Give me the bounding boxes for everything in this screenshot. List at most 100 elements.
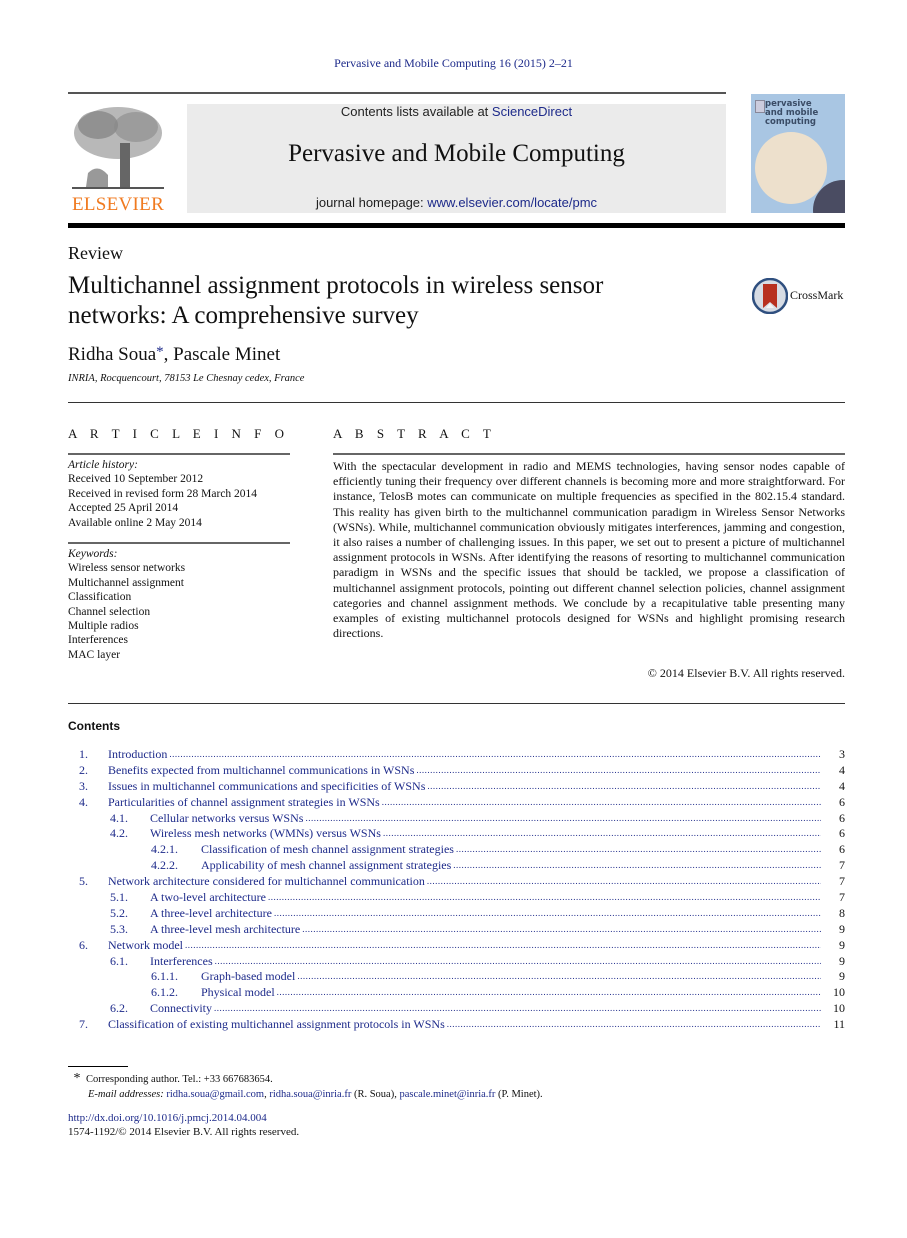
toc-entry-link[interactable]: Particularities of channel assignment st…	[108, 794, 821, 810]
toc-entry-title[interactable]: Network model	[108, 937, 185, 953]
keyword: Interferences	[68, 634, 129, 647]
toc-entry-title[interactable]: Benefits expected from multichannel comm…	[108, 762, 417, 778]
toc-entry[interactable]: 4.2.2. Applicability of mesh channel assi…	[68, 858, 845, 874]
toc-entry-link[interactable]: A three-level architecture..............…	[150, 905, 821, 921]
toc-entry-link[interactable]: Issues in multichannel communications an…	[108, 778, 821, 794]
toc-entry-link[interactable]: Cellular networks versus WSNs...........…	[150, 810, 821, 826]
author-name[interactable]: Ridha Soua	[68, 344, 156, 365]
toc-entry-title[interactable]: Introduction	[108, 747, 170, 762]
toc-entry-number: 5.2.	[110, 905, 128, 920]
toc-entry-link[interactable]: A two-level architecture................…	[150, 890, 821, 906]
toc-leader-dots: ........................................…	[267, 892, 821, 903]
toc-entry-title[interactable]: Network architecture considered for mult…	[108, 874, 427, 890]
toc-entry-link[interactable]: A three-level mesh architecture.........…	[150, 921, 821, 937]
toc-entry[interactable]: 5.1. A two-level architecture............…	[68, 890, 845, 906]
journal-cover[interactable]: pervasive and mobile computing	[751, 94, 845, 213]
toc-entry-title[interactable]: Connectivity	[150, 1001, 214, 1017]
toc-entry[interactable]: 6.2. Connectivity........................…	[68, 1001, 845, 1017]
author-separator: ,	[163, 344, 174, 365]
toc-entry-link[interactable]: Benefits expected from multichannel comm…	[108, 762, 821, 778]
toc-entry-title[interactable]: A two-level architecture	[150, 890, 268, 906]
toc-entry-link[interactable]: Interferences...........................…	[150, 953, 821, 969]
affiliation: INRIA, Rocquencourt, 78153 Le Chesnay ce…	[68, 373, 305, 384]
toc-entry-title[interactable]: Cellular networks versus WSNs	[150, 810, 306, 826]
homepage-link[interactable]: www.elsevier.com/locate/pmc	[427, 195, 597, 210]
toc-entry-link[interactable]: Physical model..........................…	[201, 985, 821, 1001]
homepage-label: journal homepage:	[315, 195, 428, 210]
toc-entry-link[interactable]: Connectivity............................…	[150, 1001, 821, 1017]
toc-entry[interactable]: 6.1.1. Graph-based model.................…	[68, 969, 845, 985]
contents-available: Contents lists available at ScienceDirec…	[187, 104, 726, 119]
doi-block: http://dx.doi.org/10.1016/j.pmcj.2014.04…	[68, 1111, 299, 1139]
history-item: Received in revised form 28 March 2014	[68, 487, 258, 500]
toc-entry-page: 6	[839, 842, 845, 857]
toc-entry[interactable]: 6. Network model.........................…	[68, 937, 845, 954]
contents-divider	[68, 703, 845, 704]
corresponding-author-mark[interactable]: *	[156, 344, 164, 360]
toc-entry[interactable]: 3. Issues in multichannel communications …	[68, 778, 845, 795]
toc-entry-title[interactable]: Wireless mesh networks (WMNs) versus WSN…	[150, 826, 383, 842]
footnote-mark: *	[73, 1071, 81, 1086]
author-name[interactable]: Pascale Minet	[173, 344, 280, 365]
toc-entry-link[interactable]: Introduction............................…	[108, 747, 821, 762]
toc-entry-link[interactable]: Applicability of mesh channel assignment…	[201, 858, 821, 874]
toc-entry[interactable]: 4. Particularities of channel assignment …	[68, 794, 845, 811]
toc-leader-dots: ........................................…	[184, 939, 821, 950]
toc-entry-page: 9	[839, 953, 845, 968]
toc-entry-number: 1.	[79, 747, 88, 761]
toc-entry[interactable]: 5. Network architecture considered for mu…	[68, 874, 845, 890]
toc-entry-link[interactable]: Network architecture considered for mult…	[108, 874, 821, 890]
toc-entry-title[interactable]: Interferences	[150, 953, 215, 969]
toc-entry-title[interactable]: Issues in multichannel communications an…	[108, 778, 428, 794]
keywords: Keywords: Wireless sensor networks Multi…	[68, 547, 185, 662]
toc-entry[interactable]: 5.3. A three-level mesh architecture.....…	[68, 921, 845, 938]
toc-entry[interactable]: 4.2. Wireless mesh networks (WMNs) versus…	[68, 826, 845, 842]
contents-available-label: Contents lists available at	[340, 104, 492, 119]
email-link[interactable]: ridha.soua@gmail.com	[166, 1089, 264, 1100]
cover-line: computing	[765, 117, 816, 127]
toc-entry[interactable]: 7. Classification of existing multichanne…	[68, 1017, 845, 1033]
toc-leader-dots: ........................................…	[297, 971, 821, 982]
email-link[interactable]: pascale.minet@inria.fr	[399, 1089, 495, 1100]
toc-entry-title[interactable]: A three-level architecture	[150, 905, 274, 921]
toc-entry-link[interactable]: Graph-based model.......................…	[201, 969, 821, 985]
doi-link[interactable]: http://dx.doi.org/10.1016/j.pmcj.2014.04…	[68, 1112, 267, 1124]
toc-entry-number: 2.	[79, 762, 88, 777]
toc-leader-dots: ........................................…	[302, 923, 821, 934]
crossmark-badge[interactable]: CrossMark	[752, 278, 852, 314]
toc-entry-number: 5.	[79, 874, 88, 889]
toc-entry[interactable]: 4.2.1. Classification of mesh channel ass…	[68, 842, 845, 858]
sciencedirect-link[interactable]: ScienceDirect	[492, 104, 572, 119]
toc-entry-link[interactable]: Classification of existing multichannel …	[108, 1017, 821, 1033]
abstract-text: With the spectacular development in radi…	[333, 459, 845, 641]
toc-entry[interactable]: 6.1.2. Physical model....................…	[68, 985, 845, 1001]
toc-leader-dots: ........................................…	[426, 876, 821, 887]
toc-entry-title[interactable]: Classification of existing multichannel …	[108, 1017, 447, 1033]
toc-entry-link[interactable]: Wireless mesh networks (WMNs) versus WSN…	[150, 826, 821, 842]
toc-entry[interactable]: 6.1. Interferences.......................…	[68, 953, 845, 970]
toc-entry[interactable]: 4.1. Cellular networks versus WSNs.......…	[68, 810, 845, 827]
toc-entry-title[interactable]: A three-level mesh architecture	[150, 921, 303, 937]
toc-entry-title[interactable]: Classification of mesh channel assignmen…	[201, 842, 456, 858]
toc-entry-page: 3	[839, 747, 845, 761]
toc-entry-link[interactable]: Classification of mesh channel assignmen…	[201, 842, 821, 858]
running-head[interactable]: Pervasive and Mobile Computing 16 (2015)…	[0, 56, 907, 71]
toc-entry-title[interactable]: Applicability of mesh channel assignment…	[201, 858, 454, 874]
toc-leader-dots: ........................................…	[214, 1003, 821, 1014]
toc-entry[interactable]: 5.2. A three-level architecture..........…	[68, 905, 845, 922]
toc-entry-page: 8	[839, 905, 845, 920]
toc-entry-title[interactable]: Graph-based model	[201, 969, 298, 985]
toc-entry[interactable]: 1. Introduction..........................…	[68, 747, 845, 763]
toc-entry[interactable]: 2. Benefits expected from multichannel co…	[68, 762, 845, 779]
toc-entry-link[interactable]: Network model...........................…	[108, 937, 821, 953]
keyword: Multiple radios	[68, 620, 139, 633]
toc-entry-number: 5.3.	[110, 921, 128, 936]
toc-leader-dots: ........................................…	[169, 749, 821, 759]
toc-entry-number: 4.	[79, 794, 88, 809]
title-divider	[68, 402, 845, 403]
article-type: Review	[68, 243, 123, 263]
toc-entry-title[interactable]: Physical model	[201, 985, 277, 1001]
journal-banner: Contents lists available at ScienceDirec…	[187, 104, 726, 213]
toc-entry-title[interactable]: Particularities of channel assignment st…	[108, 794, 382, 810]
email-link[interactable]: ridha.soua@inria.fr	[269, 1089, 351, 1100]
